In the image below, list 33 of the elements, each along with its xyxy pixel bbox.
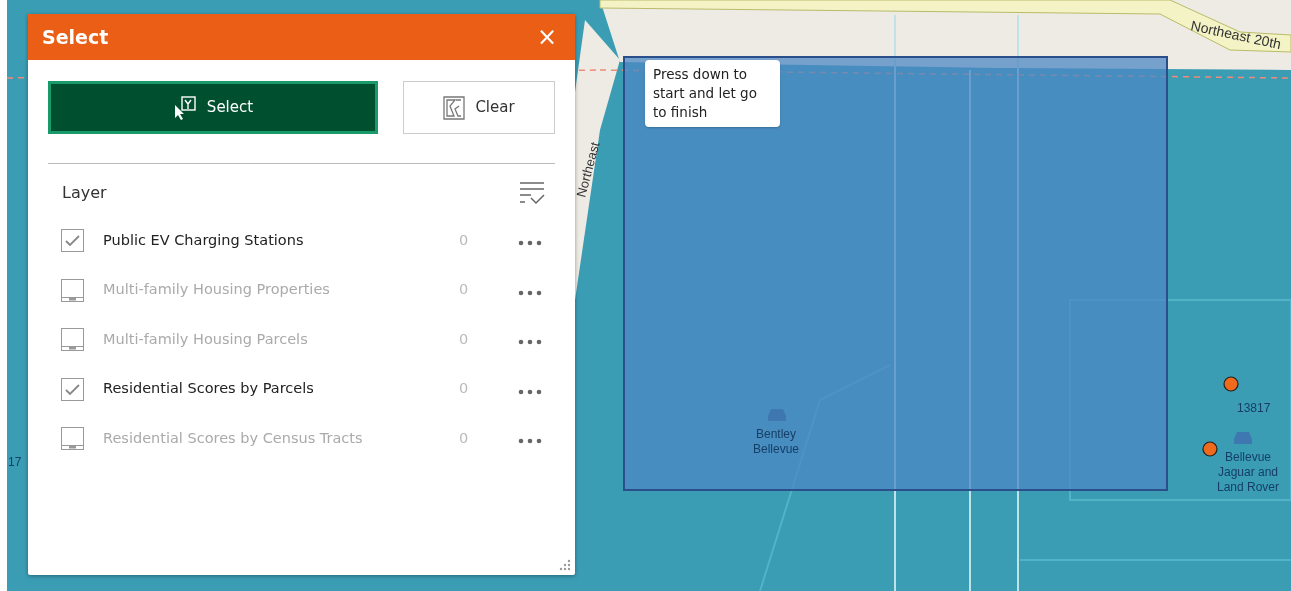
selection-count: 0: [459, 230, 470, 250]
place-label: Bentley Bellevue: [753, 427, 799, 456]
place-label: Bellevue Jaguar and Land Rover: [1217, 450, 1279, 494]
panel-title: Select: [42, 24, 109, 50]
address-label: 17: [8, 455, 22, 469]
layer-name: Residential Scores by Parcels: [103, 379, 315, 399]
filter-list-icon[interactable]: [519, 181, 545, 205]
checkbox[interactable]: [61, 377, 84, 401]
select-button[interactable]: Select: [48, 81, 378, 134]
more-icon: [518, 240, 542, 247]
more-icon: [518, 388, 542, 395]
more-icon: [518, 438, 542, 445]
layer-name: Residential Scores by Census Tracts: [103, 428, 364, 448]
checkbox[interactable]: [61, 229, 84, 253]
street-label: Northeast 20th: [1189, 17, 1283, 53]
selection-count: 0: [459, 329, 470, 349]
resize-grip-icon[interactable]: [559, 559, 571, 571]
selection-count: 0: [459, 280, 470, 300]
selection-count: 0: [459, 428, 470, 448]
clear-button[interactable]: Clear: [403, 81, 555, 134]
more-icon: [518, 339, 542, 346]
clear-shape-icon: [443, 95, 466, 120]
more-icon: [518, 289, 542, 296]
layer-name: Public EV Charging Stations: [103, 230, 305, 250]
select-cursor-icon: [172, 95, 197, 120]
layer-name: Multi-family Housing Properties: [103, 280, 331, 300]
layer-name: Multi-family Housing Parcels: [103, 329, 309, 349]
map-point[interactable]: [1202, 441, 1218, 457]
map-point[interactable]: [1223, 376, 1239, 392]
tooltip: Press down to start and let go to finish: [645, 60, 780, 127]
selection-count: 0: [459, 379, 470, 399]
layer-heading: Layer: [62, 182, 107, 204]
address-label: 13817: [1237, 401, 1271, 415]
